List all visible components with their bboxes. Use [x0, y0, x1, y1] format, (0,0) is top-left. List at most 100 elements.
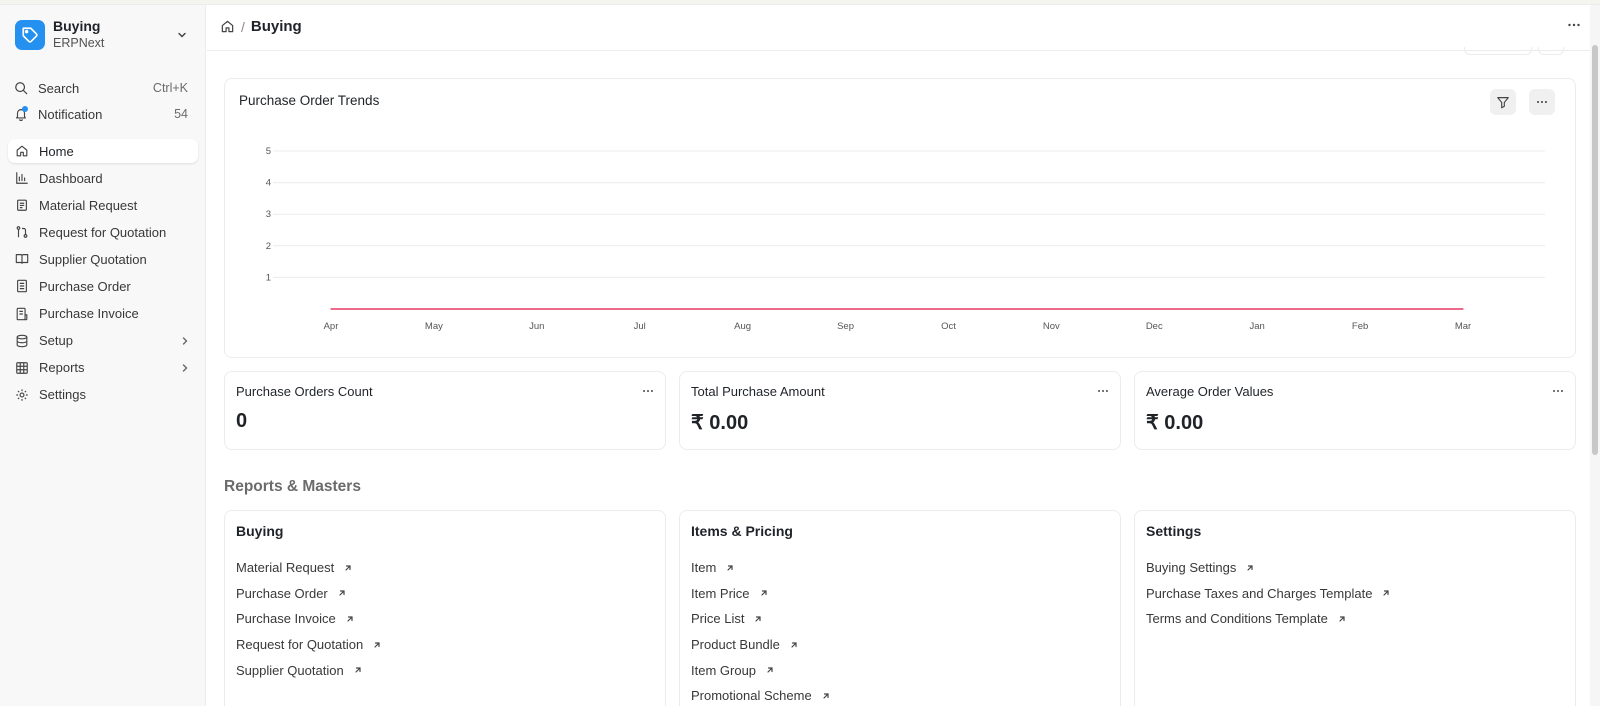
- number-card-title: Total Purchase Amount: [691, 384, 825, 399]
- data-point[interactable]: [638, 308, 641, 310]
- partial-header-button[interactable]: [1538, 47, 1564, 55]
- link-material-request[interactable]: Material Request: [236, 555, 382, 581]
- link-label: Material Request: [236, 560, 335, 576]
- chevron-down-icon: [176, 28, 188, 46]
- x-tick-label: Aug: [734, 321, 751, 332]
- data-point[interactable]: [536, 308, 538, 310]
- link-price-list[interactable]: Price List: [691, 606, 831, 632]
- home-icon[interactable]: [220, 19, 235, 34]
- link-purchase-order[interactable]: Purchase Order: [236, 581, 382, 607]
- link-label: Purchase Taxes and Charges Template: [1146, 585, 1373, 601]
- number-card-value: ₹ 0.00: [1146, 412, 1204, 434]
- y-tick-label: 5: [266, 146, 271, 157]
- link-label: Purchase Order: [236, 585, 328, 601]
- data-point[interactable]: [741, 308, 744, 310]
- link-label: Item Group: [691, 662, 757, 678]
- sidebar-item-label: Material Request: [39, 197, 138, 213]
- sidebar-item-label: Setup: [39, 333, 73, 349]
- arrow-up-right-icon: [372, 640, 382, 650]
- arrow-up-right-icon: [821, 691, 831, 701]
- chart-card: Purchase Order Trends 1 2 3 4 5 Apr May Jun Jul A…: [224, 78, 1576, 358]
- x-tick-label: Nov: [1043, 321, 1060, 332]
- link-label: Terms and Conditions Template: [1146, 611, 1328, 627]
- search-shortcut: Ctrl+K: [152, 81, 188, 95]
- notification-dot: [22, 106, 28, 112]
- data-point[interactable]: [1359, 308, 1361, 310]
- gear-icon: [15, 388, 31, 402]
- home-icon: [15, 144, 31, 158]
- arrow-up-right-icon: [725, 563, 735, 573]
- sidebar-item-reports[interactable]: Reports: [8, 356, 198, 380]
- sidebar-item-label: Request for Quotation: [39, 224, 167, 240]
- x-tick-label: Oct: [941, 321, 956, 332]
- link-product-bundle[interactable]: Product Bundle: [691, 632, 831, 658]
- link-item-group[interactable]: Item Group: [691, 657, 831, 683]
- sidebar-item-dashboard[interactable]: Dashboard: [8, 166, 198, 190]
- sidebar-item-purchase-invoice[interactable]: Purchase Invoice: [8, 302, 198, 326]
- link-card-title: Settings: [1146, 523, 1202, 539]
- more-icon[interactable]: [1566, 17, 1582, 38]
- link-card-title: Buying: [236, 523, 284, 539]
- search-icon: [14, 81, 30, 95]
- more-icon[interactable]: [1096, 384, 1110, 403]
- data-point[interactable]: [433, 308, 435, 310]
- buying-tag-icon: [15, 20, 45, 50]
- scrollbar[interactable]: [1590, 5, 1600, 706]
- app-switcher[interactable]: Buying ERPNext: [8, 13, 198, 57]
- link-buying-settings[interactable]: Buying Settings: [1146, 555, 1391, 581]
- database-icon: [15, 334, 31, 348]
- link-request-for-quotation[interactable]: Request for Quotation: [236, 632, 382, 658]
- number-card: Average Order Values ₹ 0.00: [1134, 371, 1576, 450]
- link-card-buying: Buying Material Request Purchase Order P…: [224, 510, 666, 706]
- y-tick-label: 4: [266, 178, 271, 189]
- arrow-up-right-icon: [765, 665, 775, 675]
- sidebar: Buying ERPNext Search Ctrl+K Notificatio…: [0, 5, 206, 706]
- data-point[interactable]: [947, 308, 950, 310]
- data-point[interactable]: [1462, 308, 1464, 310]
- data-point[interactable]: [1050, 308, 1053, 310]
- sidebar-item-home[interactable]: Home: [8, 139, 198, 163]
- receipt-icon: [15, 307, 31, 321]
- more-icon[interactable]: [641, 384, 655, 403]
- sidebar-item-settings[interactable]: Settings: [8, 383, 198, 407]
- chart-icon: [15, 171, 31, 185]
- sidebar-item-setup[interactable]: Setup: [8, 329, 198, 353]
- arrow-up-right-icon: [345, 614, 355, 624]
- arrow-up-right-icon: [759, 588, 769, 598]
- arrow-up-right-icon: [1245, 563, 1255, 573]
- sidebar-item-label: Reports: [39, 360, 85, 376]
- link-label: Price List: [691, 611, 745, 627]
- file-text-icon: [15, 279, 31, 293]
- sidebar-item-request-for-quotation[interactable]: Request for Quotation: [8, 220, 198, 244]
- data-point[interactable]: [1256, 308, 1258, 310]
- scrollbar-thumb[interactable]: [1592, 45, 1598, 455]
- data-point[interactable]: [844, 308, 847, 310]
- sidebar-item-material-request[interactable]: Material Request: [8, 193, 198, 217]
- link-label: Request for Quotation: [236, 637, 364, 653]
- link-supplier-quotation[interactable]: Supplier Quotation: [236, 657, 382, 683]
- search-button[interactable]: Search Ctrl+K: [8, 76, 198, 100]
- link-purchase-invoice[interactable]: Purchase Invoice: [236, 606, 382, 632]
- link-terms-conditions-template[interactable]: Terms and Conditions Template: [1146, 606, 1391, 632]
- link-item[interactable]: Item: [691, 555, 831, 581]
- link-label: Purchase Invoice: [236, 611, 336, 627]
- data-point[interactable]: [1153, 308, 1156, 310]
- notification-button[interactable]: Notification 54: [8, 102, 198, 126]
- app-name: Buying: [53, 18, 101, 34]
- arrow-up-right-icon: [789, 640, 799, 650]
- data-point[interactable]: [330, 308, 332, 310]
- more-icon[interactable]: [1551, 384, 1565, 403]
- partial-header-button[interactable]: [1464, 47, 1532, 55]
- sidebar-item-purchase-order[interactable]: Purchase Order: [8, 274, 198, 298]
- link-label: Supplier Quotation: [236, 662, 344, 678]
- sidebar-item-supplier-quotation[interactable]: Supplier Quotation: [8, 247, 198, 271]
- breadcrumb-current[interactable]: Buying: [251, 18, 302, 35]
- link-label: Item: [691, 560, 717, 576]
- number-card-title: Average Order Values: [1146, 384, 1274, 399]
- link-purchase-taxes-template[interactable]: Purchase Taxes and Charges Template: [1146, 581, 1391, 607]
- link-promotional-scheme[interactable]: Promotional Scheme: [691, 683, 831, 706]
- notification-label: Notification: [38, 106, 103, 122]
- link-item-price[interactable]: Item Price: [691, 581, 831, 607]
- section-title: Reports & Masters: [224, 478, 361, 495]
- notification-count: 54: [174, 107, 188, 121]
